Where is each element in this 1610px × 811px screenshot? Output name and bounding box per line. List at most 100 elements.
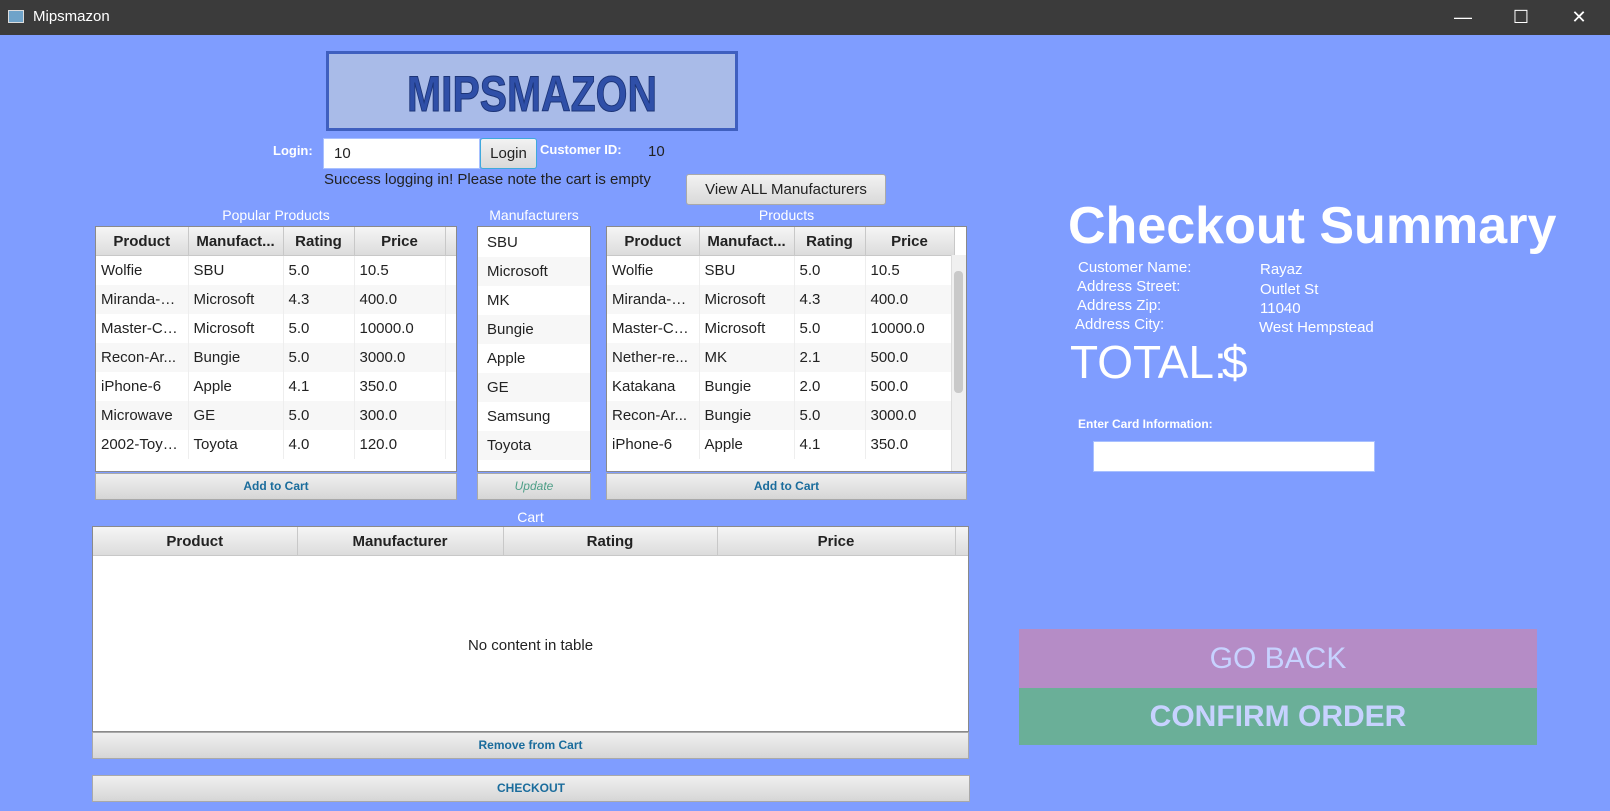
cell-product: Recon-Ar... bbox=[96, 343, 189, 372]
cell-product: iPhone-6 bbox=[96, 372, 189, 401]
column-header-rating[interactable]: Rating bbox=[283, 227, 355, 256]
list-item[interactable]: Samsung bbox=[478, 402, 590, 431]
total-label: TOTAL: bbox=[1070, 336, 1227, 388]
table-row[interactable]: Katakana Bungie 2.0 500.0 bbox=[607, 372, 955, 401]
close-icon[interactable]: ✕ bbox=[1556, 4, 1602, 31]
cell-product: Miranda-Li... bbox=[96, 285, 189, 314]
cell-manufacturer: Microsoft bbox=[699, 314, 795, 343]
cart-table[interactable]: Product Manufacturer Rating Price No con… bbox=[92, 526, 969, 732]
column-header-product[interactable]: Product bbox=[96, 227, 189, 256]
cell-product: iPhone-6 bbox=[607, 430, 700, 459]
login-button[interactable]: Login bbox=[480, 138, 537, 169]
cart-empty-message: No content in table bbox=[467, 637, 594, 654]
column-header-rating[interactable]: Rating bbox=[503, 527, 718, 556]
checkout-button[interactable]: CHECKOUT bbox=[92, 775, 970, 802]
list-item[interactable]: Microsoft bbox=[478, 257, 590, 286]
products-label: Products bbox=[758, 207, 815, 223]
manufacturers-label: Manufacturers bbox=[489, 207, 579, 223]
table-row[interactable]: Master-Ch... Microsoft 5.0 10000.0 bbox=[96, 314, 456, 343]
minimize-icon[interactable]: — bbox=[1440, 4, 1486, 31]
column-header-product[interactable]: Product bbox=[93, 527, 298, 556]
view-all-manufacturers-button[interactable]: View ALL Manufacturers bbox=[686, 174, 886, 205]
cell-product: Wolfie bbox=[607, 255, 700, 285]
table-row[interactable]: Master-Ch... Microsoft 5.0 10000.0 bbox=[607, 314, 955, 343]
cell-price: 350.0 bbox=[354, 372, 446, 401]
cell-manufacturer: Apple bbox=[188, 372, 284, 401]
list-item[interactable]: Bungie bbox=[478, 315, 590, 344]
popular-add-to-cart-button[interactable]: Add to Cart bbox=[95, 473, 457, 500]
mipsmazon-logo: MIPSMAZON bbox=[326, 51, 738, 131]
cell-price: 500.0 bbox=[865, 343, 955, 372]
login-input[interactable] bbox=[323, 138, 480, 169]
remove-from-cart-button[interactable]: Remove from Cart bbox=[92, 732, 969, 759]
address-zip-value: 11040 bbox=[1260, 300, 1301, 317]
list-item[interactable]: MK bbox=[478, 286, 590, 315]
popular-products-table[interactable]: Product Manufact... Rating Price Wolfie S… bbox=[95, 226, 457, 472]
card-info-input[interactable] bbox=[1093, 441, 1375, 472]
cell-product: Katakana bbox=[607, 372, 700, 401]
table-row[interactable]: Miranda-Li... Microsoft 4.3 400.0 bbox=[607, 285, 955, 314]
products-add-to-cart-button[interactable]: Add to Cart bbox=[606, 473, 967, 500]
column-header-price[interactable]: Price bbox=[717, 527, 956, 556]
list-item[interactable]: Apple bbox=[478, 344, 590, 373]
cell-price: 500.0 bbox=[865, 372, 955, 401]
column-header-manufacturer[interactable]: Manufacturer bbox=[297, 527, 504, 556]
confirm-order-button[interactable]: CONFIRM ORDER bbox=[1019, 688, 1537, 745]
table-row[interactable]: iPhone-6 Apple 4.1 350.0 bbox=[96, 372, 456, 401]
login-label: Login: bbox=[273, 143, 313, 158]
scrollbar-thumb[interactable] bbox=[954, 271, 963, 393]
table-row[interactable]: iPhone-6 Apple 4.1 350.0 bbox=[607, 430, 955, 459]
cell-rating: 2.0 bbox=[794, 372, 866, 401]
column-header-rating[interactable]: Rating bbox=[794, 227, 866, 256]
total-currency: $ bbox=[1222, 336, 1248, 388]
cell-rating: 4.3 bbox=[283, 285, 355, 314]
cell-price: 3000.0 bbox=[865, 401, 955, 430]
cart-label: Cart bbox=[517, 509, 544, 525]
cell-manufacturer: Bungie bbox=[699, 372, 795, 401]
table-row[interactable]: Wolfie SBU 5.0 10.5 bbox=[607, 255, 955, 285]
cell-manufacturer: SBU bbox=[699, 255, 795, 285]
column-header-price[interactable]: Price bbox=[865, 227, 955, 256]
column-header-manufacturer[interactable]: Manufact... bbox=[188, 227, 284, 256]
column-header-manufacturer[interactable]: Manufact... bbox=[699, 227, 795, 256]
products-table[interactable]: Product Manufact... Rating Price Wolfie S… bbox=[606, 226, 967, 472]
address-street-label: Address Street: bbox=[1077, 278, 1181, 295]
cell-price: 10000.0 bbox=[354, 314, 446, 343]
table-row[interactable]: Wolfie SBU 5.0 10.5 bbox=[96, 255, 456, 285]
cell-rating: 5.0 bbox=[283, 343, 355, 372]
cell-price: 300.0 bbox=[354, 401, 446, 430]
table-row[interactable]: 2002-Toyo... Toyota 4.0 120.0 bbox=[96, 430, 456, 459]
logo-text: MIPSMAZON bbox=[407, 66, 657, 122]
table-row[interactable]: Microwave GE 5.0 300.0 bbox=[96, 401, 456, 430]
list-item[interactable]: SBU bbox=[478, 228, 590, 257]
address-zip-label: Address Zip: bbox=[1077, 297, 1162, 314]
column-header-price[interactable]: Price bbox=[354, 227, 446, 256]
products-scrollbar[interactable] bbox=[951, 255, 966, 471]
manufacturers-list[interactable]: SBU Microsoft MK Bungie Apple GE Samsung… bbox=[477, 226, 591, 472]
table-row[interactable]: Recon-Ar... Bungie 5.0 3000.0 bbox=[96, 343, 456, 372]
customer-name-value: Rayaz bbox=[1260, 261, 1303, 278]
table-row[interactable]: Miranda-Li... Microsoft 4.3 400.0 bbox=[96, 285, 456, 314]
table-row[interactable]: Recon-Ar... Bungie 5.0 3000.0 bbox=[607, 401, 955, 430]
cell-price: 10.5 bbox=[354, 255, 446, 285]
cell-rating: 4.3 bbox=[794, 285, 866, 314]
customer-id-label: Customer ID: bbox=[540, 142, 622, 157]
column-header-filler bbox=[445, 227, 456, 256]
list-item[interactable]: Toyota bbox=[478, 431, 590, 460]
maximize-icon[interactable]: ☐ bbox=[1498, 4, 1544, 31]
column-header-product[interactable]: Product bbox=[607, 227, 700, 256]
logo-graphic: MIPSMAZON bbox=[407, 66, 658, 123]
cell-price: 400.0 bbox=[865, 285, 955, 314]
update-manufacturers-button[interactable]: Update bbox=[477, 473, 591, 500]
cell-manufacturer: GE bbox=[188, 401, 284, 430]
go-back-button[interactable]: GO BACK bbox=[1019, 629, 1537, 688]
cell-product: Recon-Ar... bbox=[607, 401, 700, 430]
table-row[interactable]: Nether-re... MK 2.1 500.0 bbox=[607, 343, 955, 372]
cell-price: 120.0 bbox=[354, 430, 446, 459]
window-titlebar: Mipsmazon — ☐ ✕ bbox=[0, 0, 1610, 35]
list-item[interactable]: GE bbox=[478, 373, 590, 402]
cell-rating: 5.0 bbox=[794, 401, 866, 430]
cell-price: 3000.0 bbox=[354, 343, 446, 372]
cell-manufacturer: SBU bbox=[188, 255, 284, 285]
cell-manufacturer: MK bbox=[699, 343, 795, 372]
